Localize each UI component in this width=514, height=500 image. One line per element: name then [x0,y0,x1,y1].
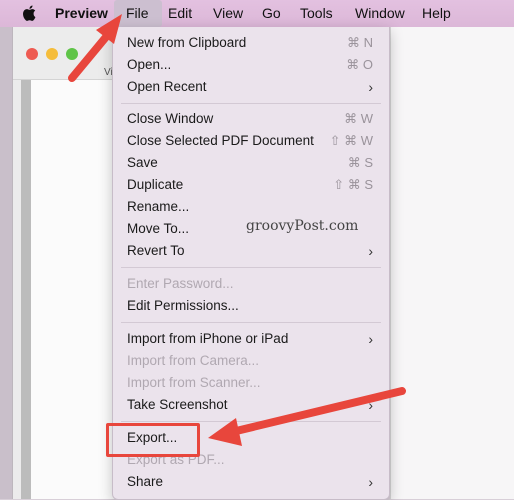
annotation-arrows [68,14,406,446]
arrow-to-export-icon [208,387,406,446]
arrow-to-file-icon [68,14,122,82]
